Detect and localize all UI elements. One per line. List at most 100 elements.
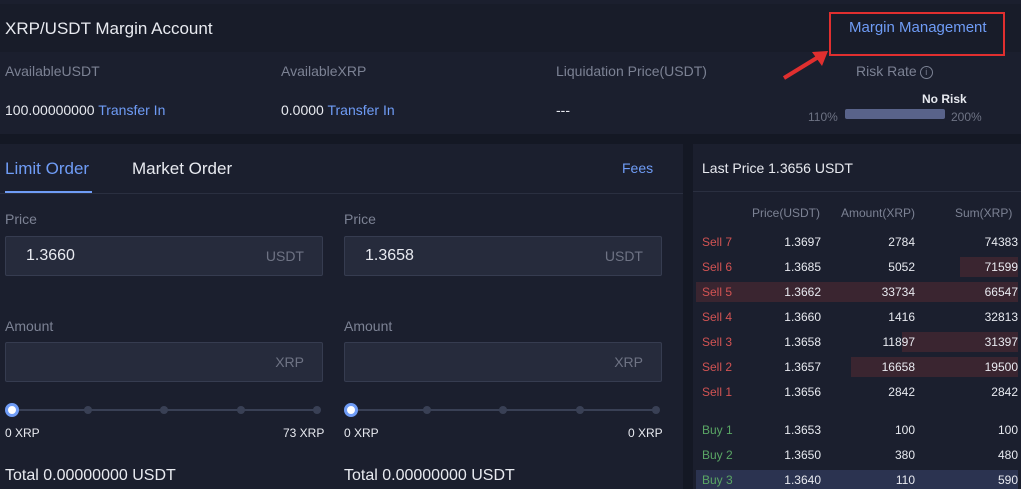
buy-slider-max: 73 XRP bbox=[283, 426, 325, 440]
risk-status: No Risk bbox=[922, 92, 967, 106]
liquidation-price-value: --- bbox=[556, 102, 570, 118]
row-price: 1.3640 bbox=[784, 473, 821, 487]
order-book-row[interactable]: Sell 6 1.3685 5052 71599 bbox=[696, 257, 1018, 277]
sell-amount-input[interactable]: XRP bbox=[344, 342, 662, 382]
order-book-row[interactable]: Sell 2 1.3657 16658 19500 bbox=[696, 357, 1018, 377]
row-label: Buy 1 bbox=[702, 423, 733, 437]
order-book-row[interactable]: Sell 7 1.3697 2784 74383 bbox=[696, 232, 1018, 252]
slider-handle[interactable] bbox=[344, 403, 358, 417]
risk-rate-label: Risk Rate i bbox=[856, 63, 933, 79]
order-book-row[interactable]: Sell 4 1.3660 1416 32813 bbox=[696, 307, 1018, 327]
row-label: Sell 1 bbox=[702, 385, 733, 399]
risk-max-label: 200% bbox=[951, 110, 982, 124]
row-label: Sell 7 bbox=[702, 235, 733, 249]
buy-amount-slider[interactable] bbox=[5, 403, 321, 417]
row-price: 1.3662 bbox=[784, 285, 821, 299]
row-sum: 32813 bbox=[984, 310, 1018, 324]
buy-amount-input[interactable]: XRP bbox=[5, 342, 323, 382]
tab-limit-order[interactable]: Limit Order bbox=[5, 159, 89, 179]
available-xrp-value: 0.0000 Transfer In bbox=[281, 102, 395, 118]
slider-step[interactable] bbox=[313, 406, 321, 414]
row-price: 1.3657 bbox=[784, 360, 821, 374]
buy-price-unit: USDT bbox=[265, 248, 304, 264]
annotation-arrow-icon bbox=[782, 51, 828, 80]
buy-amount-unit: XRP bbox=[275, 354, 304, 370]
sell-amount-unit: XRP bbox=[614, 354, 643, 370]
fees-link[interactable]: Fees bbox=[622, 160, 653, 176]
sell-slider-min: 0 XRP bbox=[344, 426, 379, 440]
row-label: Buy 2 bbox=[702, 448, 733, 462]
slider-step[interactable] bbox=[576, 406, 584, 414]
row-label: Sell 4 bbox=[702, 310, 733, 324]
section-divider bbox=[0, 134, 1021, 144]
info-icon[interactable]: i bbox=[919, 66, 933, 79]
buy-price-input[interactable]: 1.3660 USDT bbox=[5, 236, 323, 276]
row-amount: 110 bbox=[895, 473, 915, 487]
tab-divider bbox=[0, 193, 683, 194]
row-sum: 100 bbox=[997, 423, 1018, 437]
buy-price-label: Price bbox=[5, 211, 37, 227]
page-title: XRP/USDT Margin Account bbox=[5, 19, 213, 38]
sell-amount-slider[interactable] bbox=[344, 403, 660, 417]
row-sum: 31397 bbox=[984, 335, 1018, 349]
margin-management-link[interactable]: Margin Management bbox=[849, 19, 987, 36]
slider-step[interactable] bbox=[84, 406, 92, 414]
row-price: 1.3653 bbox=[784, 423, 821, 437]
available-xrp-amount: 0.0000 bbox=[281, 102, 324, 118]
row-sum: 66547 bbox=[984, 285, 1018, 299]
row-amount: 1416 bbox=[888, 310, 915, 324]
buy-price-value: 1.3660 bbox=[26, 247, 75, 264]
row-sum: 19500 bbox=[984, 360, 1018, 374]
slider-handle[interactable] bbox=[5, 403, 19, 417]
slider-step[interactable] bbox=[423, 406, 431, 414]
order-book-row[interactable]: Sell 1 1.3656 2842 2842 bbox=[696, 382, 1018, 402]
row-label: Buy 3 bbox=[702, 473, 733, 487]
sell-total: Total 0.00000000 USDT bbox=[344, 467, 515, 484]
order-book-row[interactable]: Buy 3 1.3640 110 590 bbox=[696, 470, 1018, 489]
row-label: Sell 6 bbox=[702, 260, 733, 274]
row-amount: 11897 bbox=[882, 335, 915, 349]
available-usdt-label: AvailableUSDT bbox=[5, 63, 100, 79]
row-sum: 2842 bbox=[991, 385, 1018, 399]
risk-min-label: 110% bbox=[808, 110, 838, 124]
col-header-amount: Amount(XRP) bbox=[841, 206, 916, 220]
row-label: Sell 5 bbox=[702, 285, 733, 299]
slider-step[interactable] bbox=[652, 406, 660, 414]
slider-step[interactable] bbox=[160, 406, 168, 414]
order-book-row[interactable]: Buy 1 1.3653 100 100 bbox=[696, 420, 1018, 440]
buy-amount-label: Amount bbox=[5, 318, 54, 334]
row-label: Sell 2 bbox=[702, 360, 733, 374]
sell-price-unit: USDT bbox=[604, 248, 643, 264]
order-book-row[interactable]: Buy 2 1.3650 380 480 bbox=[696, 445, 1018, 465]
risk-rate-fill bbox=[845, 109, 945, 119]
row-amount: 16658 bbox=[881, 360, 915, 374]
row-sum: 71599 bbox=[984, 260, 1018, 274]
slider-step[interactable] bbox=[237, 406, 245, 414]
order-book-row[interactable]: Sell 5 1.3662 33734 66547 bbox=[696, 282, 1018, 302]
depth-bar bbox=[696, 470, 1018, 489]
row-price: 1.3697 bbox=[784, 235, 821, 249]
transfer-in-xrp-link[interactable]: Transfer In bbox=[327, 102, 394, 118]
order-book-row[interactable]: Sell 3 1.3658 11897 31397 bbox=[696, 332, 1018, 352]
slider-step[interactable] bbox=[499, 406, 507, 414]
row-price: 1.3685 bbox=[784, 260, 821, 274]
risk-rate-bar bbox=[845, 109, 945, 119]
row-sum: 480 bbox=[997, 448, 1018, 462]
sell-slider-max: 0 XRP bbox=[628, 426, 663, 440]
row-amount: 2784 bbox=[888, 235, 915, 249]
row-sum: 590 bbox=[997, 473, 1018, 487]
col-header-price: Price(USDT) bbox=[752, 206, 820, 220]
col-header-sum: Sum(XRP) bbox=[955, 206, 1013, 220]
account-header: XRP/USDT Margin Account Margin Managemen… bbox=[0, 4, 1021, 56]
transfer-in-usdt-link[interactable]: Transfer In bbox=[98, 102, 165, 118]
tab-market-order[interactable]: Market Order bbox=[132, 159, 232, 179]
sell-price-input[interactable]: 1.3658 USDT bbox=[344, 236, 662, 276]
order-form: Limit Order Market Order Fees Price 1.36… bbox=[0, 144, 683, 489]
column-divider bbox=[683, 144, 693, 489]
risk-rate-text: Risk Rate bbox=[856, 63, 917, 79]
row-amount: 380 bbox=[894, 448, 915, 462]
margin-account-panel: XRP/USDT Margin Account Margin Managemen… bbox=[0, 0, 1021, 134]
row-amount: 2842 bbox=[888, 385, 915, 399]
available-xrp-label: AvailableXRP bbox=[281, 63, 367, 79]
row-amount: 100 bbox=[894, 423, 915, 437]
